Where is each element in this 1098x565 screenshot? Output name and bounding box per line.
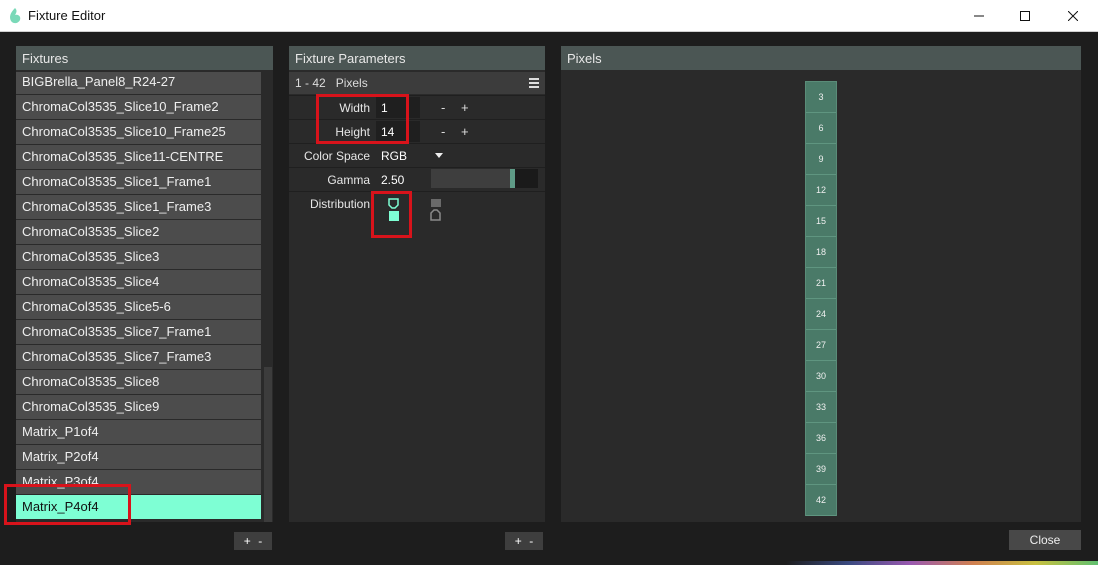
minimize-button[interactable]	[956, 0, 1002, 32]
parameter-add-remove: + -	[505, 532, 543, 550]
fixture-list-item[interactable]: ChromaCol3535_Slice1_Frame1	[16, 170, 261, 194]
width-decrement-button[interactable]: -	[441, 100, 445, 115]
fixture-list-item[interactable]: ChromaCol3535_Slice9	[16, 395, 261, 419]
gamma-row: Gamma 2.50	[289, 167, 545, 191]
color-space-label: Color Space	[303, 149, 370, 163]
fixture-list-item[interactable]: BIGBrella_Panel8_R24-27	[16, 72, 261, 94]
distribution-label: Distribution	[309, 197, 370, 211]
pixel-cell[interactable]: 30	[806, 361, 836, 392]
highlight-width-height	[316, 94, 409, 144]
pixel-group-header[interactable]: 1 - 42 Pixels	[289, 72, 545, 94]
group-name: Pixels	[335, 76, 368, 90]
fixture-list-item[interactable]: Matrix_P2of4	[16, 445, 261, 469]
pixel-cell[interactable]: 36	[806, 423, 836, 454]
gamma-label: Gamma	[327, 173, 370, 187]
fixture-list-item[interactable]: ChromaCol3535_Slice10_Frame2	[16, 95, 261, 119]
fixture-add-remove: + -	[234, 532, 272, 550]
gamma-slider-fill	[431, 169, 510, 188]
gamma-slider-handle[interactable]	[510, 169, 515, 188]
editor-body: Fixtures BIGBrella_Panel8_R24-27 ChromaCo…	[0, 33, 1098, 565]
close-window-button[interactable]	[1050, 0, 1096, 32]
group-range: 1 - 42	[295, 76, 326, 90]
pixel-cell[interactable]: 27	[806, 330, 836, 361]
dropdown-arrow-icon[interactable]	[435, 153, 443, 158]
distribution-alt-icon[interactable]	[430, 198, 442, 222]
pixel-cell[interactable]: 15	[806, 206, 836, 237]
maximize-button[interactable]	[1002, 0, 1048, 32]
highlight-distribution	[371, 191, 412, 238]
maximize-icon	[1020, 11, 1030, 21]
pixels-canvas: 3 6 9 12 15 18 21 24 27 30 33 36 39 42	[561, 72, 1081, 522]
minimize-icon	[974, 15, 984, 17]
scroll-thumb[interactable]	[264, 367, 272, 522]
pixel-cell[interactable]: 21	[806, 268, 836, 299]
close-button[interactable]: Close	[1009, 530, 1081, 550]
decorative-strip	[786, 561, 1098, 565]
pixels-header: Pixels	[561, 46, 1081, 70]
fixture-list-item[interactable]: ChromaCol3535_Slice2	[16, 220, 261, 244]
fixture-list-scrollbar[interactable]	[262, 72, 273, 522]
add-fixture-button[interactable]: +	[244, 534, 251, 548]
fixture-list-item[interactable]: ChromaCol3535_Slice8	[16, 370, 261, 394]
fixture-list: BIGBrella_Panel8_R24-27 ChromaCol3535_Sli…	[16, 72, 262, 522]
remove-parameter-button[interactable]: -	[529, 534, 533, 548]
width-increment-button[interactable]: +	[461, 100, 469, 115]
pixel-cell[interactable]: 42	[806, 485, 836, 516]
color-space-select[interactable]: RGB	[376, 145, 420, 166]
pixel-cell[interactable]: 12	[806, 175, 836, 206]
pixel-strip: 3 6 9 12 15 18 21 24 27 30 33 36 39 42	[805, 81, 837, 516]
pixel-cell[interactable]: 6	[806, 113, 836, 144]
height-decrement-button[interactable]: -	[441, 124, 445, 139]
fixture-list-item[interactable]: ChromaCol3535_Slice7_Frame1	[16, 320, 261, 344]
fixture-list-item[interactable]: ChromaCol3535_Slice4	[16, 270, 261, 294]
hamburger-menu-icon[interactable]	[529, 78, 539, 88]
pixel-cell[interactable]: 18	[806, 237, 836, 268]
fixture-list-item[interactable]: ChromaCol3535_Slice7_Frame3	[16, 345, 261, 369]
fixtures-panel: Fixtures BIGBrella_Panel8_R24-27 ChromaCo…	[16, 46, 273, 522]
fixture-list-item[interactable]: ChromaCol3535_Slice1_Frame3	[16, 195, 261, 219]
pixel-cell[interactable]: 39	[806, 454, 836, 485]
close-icon	[1068, 11, 1078, 21]
window-title: Fixture Editor	[28, 8, 106, 23]
title-bar: Fixture Editor	[0, 0, 1098, 32]
height-increment-button[interactable]: +	[461, 124, 469, 139]
parameters-header: Fixture Parameters	[289, 46, 545, 70]
distribution-row: Distribution	[289, 191, 545, 229]
fixture-list-item[interactable]: ChromaCol3535_Slice3	[16, 245, 261, 269]
add-parameter-button[interactable]: +	[515, 534, 522, 548]
fixture-list-item[interactable]: ChromaCol3535_Slice10_Frame25	[16, 120, 261, 144]
fixture-list-item[interactable]: Matrix_P1of4	[16, 420, 261, 444]
app-icon	[10, 8, 21, 24]
pixel-cell[interactable]: 9	[806, 144, 836, 175]
gamma-field[interactable]: 2.50	[376, 169, 420, 190]
color-space-row: Color Space RGB	[289, 143, 545, 167]
highlight-selected-fixture	[4, 484, 131, 525]
pixel-cell[interactable]: 33	[806, 392, 836, 423]
fixture-list-item[interactable]: ChromaCol3535_Slice5-6	[16, 295, 261, 319]
fixtures-header: Fixtures	[16, 46, 273, 70]
pixel-cell[interactable]: 24	[806, 299, 836, 330]
fixture-list-item[interactable]: ChromaCol3535_Slice11-CENTRE	[16, 145, 261, 169]
pixel-cell[interactable]: 3	[806, 82, 836, 113]
remove-fixture-button[interactable]: -	[258, 534, 262, 548]
gamma-slider[interactable]	[431, 169, 538, 188]
pixels-panel: Pixels 3 6 9 12 15 18 21 24 27 30 33 36 39 42	[561, 46, 1081, 522]
